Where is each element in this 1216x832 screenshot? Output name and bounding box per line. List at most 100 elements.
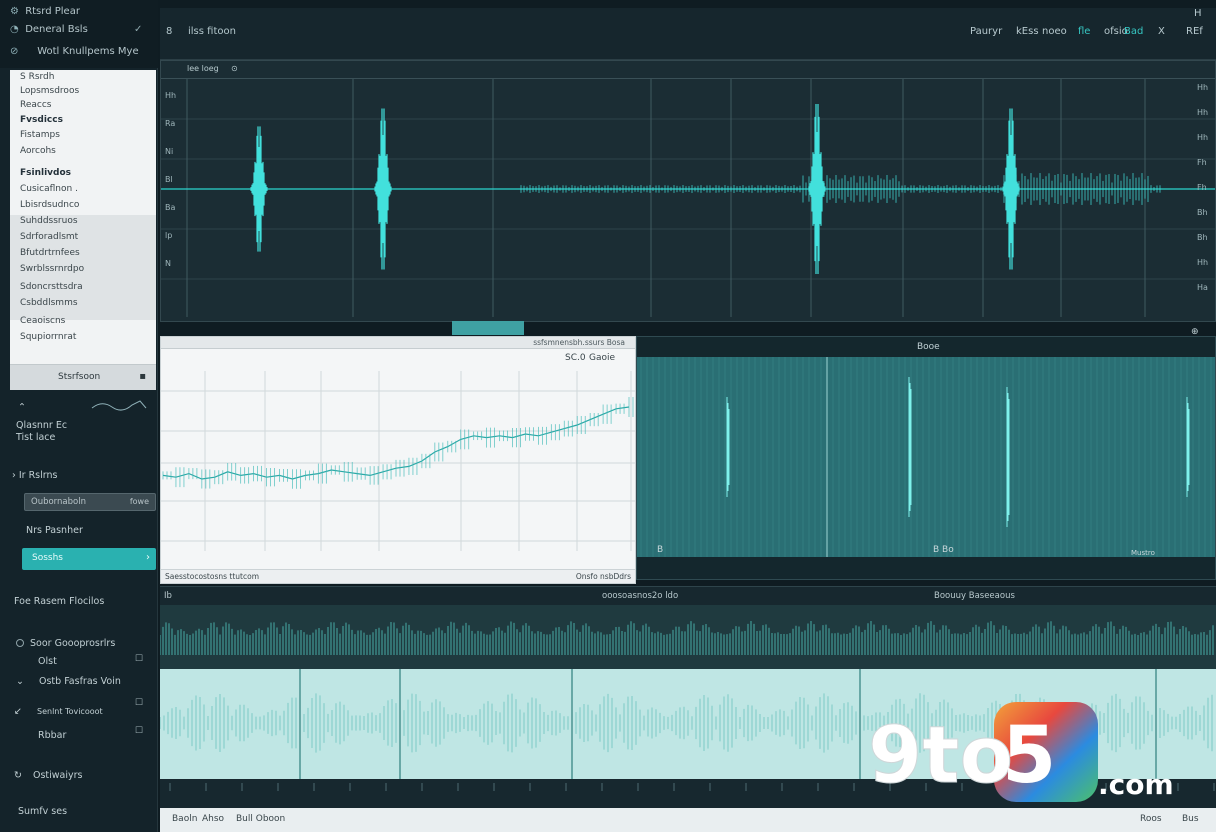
sidebar-list-item[interactable]: Lbisrdsudnco [20,200,79,210]
waveform-header: lee loeg ⊙ [161,61,1215,79]
left-sidebar: ⚙ Rtsrd Plear ◔ Deneral Bsls ✓ ⊘ Wotl Kn… [0,0,158,832]
checkbox-icon[interactable]: ☐ [135,654,143,664]
spectrum-chart[interactable]: ssfsmnensbh.ssurs Bosa SC.0 Gaoie Saesst… [160,336,636,584]
password-label: Nrs Pasnher [26,525,83,536]
corner-marker: H [1194,8,1202,19]
primary-action-button[interactable]: Sosshs › [22,548,156,570]
y-axis-label: Ni [165,147,174,156]
y-axis-label: Hh [1197,83,1209,92]
spectrogram-panel[interactable]: Booe ⊕ B B Bo Mustro [636,327,1216,580]
option-row[interactable]: ⌄ Ostb Fasfras Voin [16,676,121,687]
option-value: Rbbar [38,730,67,741]
toolbar-item[interactable]: Bad [1124,26,1143,37]
sidebar-list-item[interactable]: Cusicaflnon . [20,184,78,194]
y-axis-label: Ra [165,119,176,128]
y-axis-label: Bh [1197,233,1208,242]
sidebar-list-item[interactable]: Fvsdiccs [20,115,63,125]
sidebar-list-item[interactable]: Sdoncrsttsdra [20,282,83,292]
sidebar-list-item[interactable]: Fsinlivdos [20,168,71,178]
checkbox-icon[interactable]: ☐ [135,698,143,708]
add-icon[interactable]: ⊕ [1191,327,1199,337]
filter-field[interactable]: Oubornaboln fowe [24,493,156,511]
sidebar-header: ⚙ Rtsrd Plear ◔ Deneral Bsls ✓ ⊘ Wotl Kn… [0,0,158,68]
y-axis-label: Bh [1197,208,1208,217]
chart-toolbar: ssfsmnensbh.ssurs Bosa [161,337,635,349]
toolbar-item[interactable]: noeo [1042,26,1067,37]
sparkline-icon [91,400,147,411]
chevron-icon[interactable]: ⌃ [18,402,26,413]
toolbar-item[interactable]: fle [1078,26,1090,37]
panel-footer-icon: ▪ [139,371,146,382]
watermark-logo: 9to 5 .com [868,698,1198,806]
timeline-slider-handle[interactable] [452,321,524,335]
chevron-icon: ⌄ [16,676,24,687]
sidebar-list-item[interactable]: Fistamps [20,130,60,140]
spectrogram-footer-left: B [657,545,664,555]
spectrogram-header: Booe ⊕ [917,327,1199,352]
toolbar-item[interactable]: Pauryr [970,26,1002,37]
line-chart [161,371,635,551]
chart-footer: Saesstocostosns ttutcom Onsfo nsbDdrs [161,569,635,583]
link-icon: ⊘ [10,46,19,57]
sidebar-list-item[interactable]: Sdrforadlsmt [20,232,78,242]
y-axis-label: Hh [1197,133,1209,142]
sidebar-footer-text: Sumfv ses [18,806,68,817]
record-icon[interactable]: ⊙ [231,64,238,73]
svg-text:5: 5 [1002,711,1056,801]
spectrogram-footer-mid: B Bo [933,545,954,555]
timeline-footer: Baoln Ahso Bull Oboon Roos Bus [160,808,1216,832]
y-axis-label: Fh [1197,183,1207,192]
settings-icon: ⚙ [10,6,19,17]
sidebar-list-item[interactable]: Lopsmsdroos [20,86,79,96]
y-axis-label: lp [165,231,173,240]
track-index: 8 [166,26,173,37]
circle-icon: ◔ [10,24,19,35]
sidebar-list-item[interactable]: Ceaoiscns [20,316,65,326]
svg-text:.com: .com [1098,768,1174,801]
y-axis-label: N [165,259,171,268]
window-title: ilss fitoon [188,26,236,37]
y-axis-label: Hh [1197,108,1209,117]
close-icon[interactable]: X [1158,26,1165,37]
refresh-icon: ↻ [14,770,22,781]
main-waveform-panel[interactable]: lee loeg ⊙ Hh Ra Ni Bl Ba lp N Hh Hh Hh Fh Fh Bh Bh H… [160,60,1216,322]
sidebar-list-item[interactable]: Squpiorrnrat [20,332,76,342]
y-axis-label: Ba [165,203,176,212]
rules-label: › Ir Rslrns [12,470,58,481]
sidebar-list-item[interactable]: Aorcohs [20,146,56,156]
check-icon: ✓ [134,24,143,35]
sidebar-list-item[interactable]: Suhddssruos [20,216,78,226]
sidebar-header-row[interactable]: ◔ Deneral Bsls ✓ [10,24,142,35]
section-title: Qlasnnr Ec [16,420,68,431]
toolbar-item[interactable]: kEss [1016,26,1039,37]
svg-text:9to: 9to [868,711,1013,801]
chevron-right-icon: › [12,470,16,481]
arrow-icon: ↙ [14,706,22,717]
sidebar-header-row[interactable]: ⊘ Wotl Knullpems Mye [10,46,139,57]
panel-footer-label: Stsrfsoon [58,372,101,382]
option-row[interactable]: ↻ Ostiwaiyrs [14,770,83,781]
y-axis-label: Hh [165,91,177,100]
sidebar-list-item[interactable]: Swrblssrnrdpo [20,264,84,274]
option-label: Olst [38,656,57,667]
panel-footer[interactable]: Stsrfsoon ▪ [10,364,156,390]
option-row[interactable]: ↙ Senlnt Tovicooot [14,706,103,717]
section-title: Foe Rasem Flocilos [14,596,105,607]
sidebar-list-item[interactable]: Bfutdrtrnfees [20,248,80,258]
radio-option[interactable]: Soor Goooprosrlrs [16,638,115,649]
toolbar-item[interactable]: REf [1186,26,1203,37]
top-toolbar: 8 ilss fitoon Pauryr kEss noeo fle ofsio… [160,8,1216,60]
y-axis-label: Ha [1197,283,1208,292]
arrow-right-icon: › [146,552,150,563]
checkbox-icon[interactable]: ☐ [135,726,143,736]
sidebar-header-row[interactable]: ⚙ Rtsrd Plear [10,6,80,17]
sidebar-list-item[interactable]: Csbddlsmms [20,298,78,308]
y-axis-label: Bl [165,175,173,184]
sidebar-list-item[interactable]: Reaccs [20,100,52,110]
sidebar-list-panel: S Rsrdh Lopsmsdroos Reaccs Fvsdiccs Fistamps… [10,70,156,390]
y-axis-label: Fh [1197,158,1207,167]
spectrogram [637,357,1215,557]
sidebar-list-item[interactable]: S Rsrdh [20,72,54,82]
y-axis-label: Hh [1197,258,1209,267]
radio-icon [16,639,24,647]
